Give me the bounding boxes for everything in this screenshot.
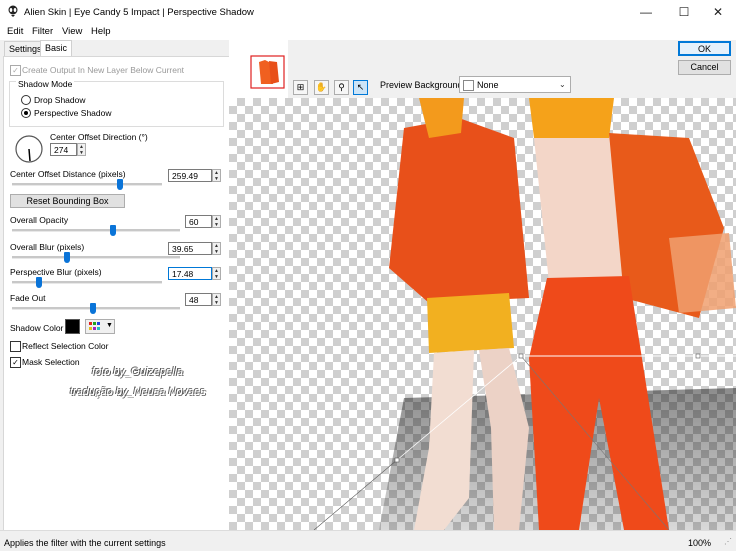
create-output-checkbox[interactable]: ✓ [10,65,21,76]
tab-strip: Settings Basic [0,40,229,57]
center-offset-distance-label: Center Offset Distance (pixels) [10,169,126,179]
zoom-level: 100% [688,538,712,548]
shadow-mode-label: Shadow Mode [16,79,75,89]
reflect-selection-checkbox[interactable] [10,341,21,352]
mask-selection-label: Mask Selection [22,357,80,367]
ok-button[interactable]: OK [678,41,731,56]
navigator-thumbnail-area [229,40,288,98]
preview-background-value: None [477,80,499,90]
background-swatch [463,80,474,91]
watermark-line-1: foto by_Guizepella [92,366,184,378]
pointer-tool-icon[interactable]: ↖ [353,80,368,95]
resize-grip-icon[interactable]: ⋰ [724,537,732,546]
preview-canvas[interactable] [229,98,736,530]
center-offset-distance-track[interactable] [12,183,162,186]
direction-dial-icon[interactable] [14,134,44,164]
fade-out-track[interactable] [12,307,180,310]
perspective-shadow-radio[interactable] [21,108,31,118]
watermark-line-2: tradução by_Neusa Novaes [70,386,206,398]
menu-view[interactable]: View [62,26,82,37]
fade-out-slider[interactable] [89,303,96,314]
fade-out-input[interactable]: 48 [185,293,212,306]
tab-basic[interactable]: Basic [40,40,73,57]
center-offset-distance-slider[interactable] [117,179,123,190]
menu-filter[interactable]: Filter [32,26,53,37]
overall-blur-label: Overall Blur (pixels) [10,242,85,252]
overall-opacity-input[interactable]: 60 [185,215,212,228]
overall-blur-spinner[interactable]: ▲ ▼ [212,242,221,255]
close-button[interactable]: ✕ [700,0,736,24]
status-text: Applies the filter with the current sett… [4,538,166,548]
center-offset-distance-input[interactable]: 259.49 [168,169,212,182]
color-palette-icon [89,322,100,330]
window-title: Alien Skin | Eye Candy 5 Impact | Perspe… [24,7,254,18]
alien-skin-logo-icon [8,5,18,17]
color-picker-dropdown[interactable]: ▼ [85,319,115,334]
fade-out-label: Fade Out [10,293,46,303]
reset-bounding-box-button[interactable]: Reset Bounding Box [10,194,125,208]
perspective-blur-slider[interactable] [36,277,42,288]
zoom-tool-icon[interactable]: ⚲ [334,80,349,95]
status-bar: Applies the filter with the current sett… [0,530,736,551]
chevron-down-icon: ⌄ [559,80,566,89]
fade-out-spinner[interactable]: ▲ ▼ [212,293,221,306]
hand-tool-icon[interactable]: ✋ [314,80,329,95]
perspective-blur-track[interactable] [12,281,162,284]
perspective-blur-spinner[interactable]: ▲ ▼ [212,267,221,280]
perspective-shadow-label: Perspective Shadow [34,108,112,118]
center-offset-distance-spinner[interactable]: ▲ ▼ [212,169,221,182]
overall-opacity-slider[interactable] [109,225,116,236]
center-offset-direction-label: Center Offset Direction (°) [50,132,148,142]
preview-background-dropdown[interactable]: None ⌄ [459,76,571,93]
menu-edit[interactable]: Edit [7,26,23,37]
create-output-label: Create Output In New Layer Below Current [22,65,185,75]
preview-image [313,98,736,530]
navigator-thumbnail[interactable] [249,54,286,90]
reflect-selection-label: Reflect Selection Color [22,341,109,351]
shadow-color-label: Shadow Color [10,323,64,333]
overall-blur-track[interactable] [12,256,180,259]
overall-opacity-track[interactable] [12,229,180,232]
menu-bar: Edit Filter View Help [0,24,736,40]
basic-settings-panel: ✓ Create Output In New Layer Below Curre… [3,56,230,532]
title-bar: Alien Skin | Eye Candy 5 Impact | Perspe… [0,0,736,24]
drop-shadow-radio[interactable] [21,95,31,105]
menu-help[interactable]: Help [91,26,111,37]
overall-opacity-label: Overall Opacity [10,215,69,225]
cancel-button[interactable]: Cancel [678,60,731,75]
chevron-down-icon: ▼ [106,322,113,329]
drop-shadow-label: Drop Shadow [34,95,86,105]
mask-selection-checkbox[interactable]: ✓ [10,357,21,368]
shadow-color-swatch[interactable] [65,319,80,334]
overall-blur-input[interactable]: 39.65 [168,242,212,255]
preview-background-label: Preview Background [380,80,463,90]
perspective-blur-label: Perspective Blur (pixels) [10,267,102,277]
overall-opacity-spinner[interactable]: ▲ ▼ [212,215,221,228]
center-offset-direction-spinner[interactable]: ▲ ▼ [77,143,86,156]
center-offset-direction-input[interactable]: 274 [50,143,77,156]
overall-blur-slider[interactable] [64,252,71,263]
zoom-fit-icon[interactable]: ⊞ [293,80,308,95]
minimize-button[interactable]: — [628,0,664,24]
maximize-button[interactable]: ☐ [666,0,702,24]
perspective-blur-input[interactable]: 17.48 [168,267,212,280]
